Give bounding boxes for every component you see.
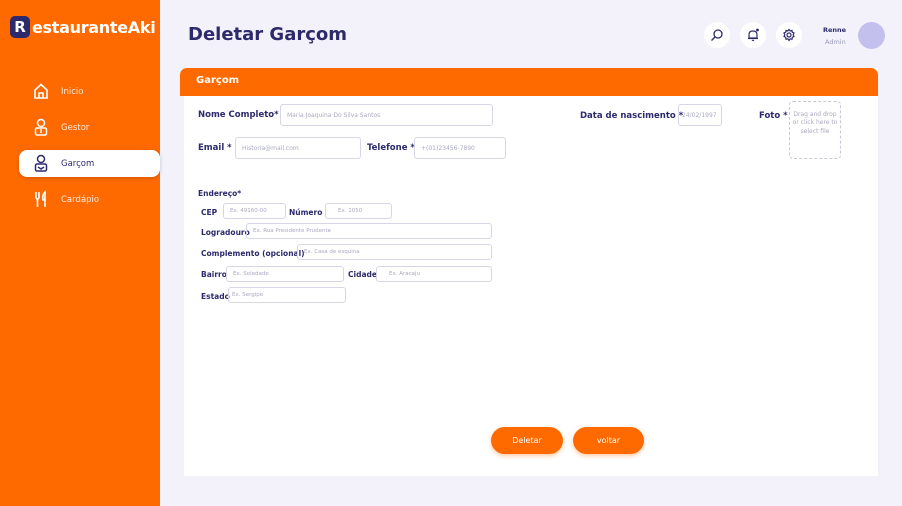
cep-field[interactable]: Ex. 49160-00 bbox=[223, 203, 286, 219]
numero-label: Número bbox=[289, 208, 323, 217]
search-button[interactable] bbox=[704, 22, 730, 48]
bairro-label: Bairro bbox=[201, 270, 227, 279]
sidebar-nav: Inicio Gestor Garçom Cardápio bbox=[0, 78, 160, 222]
endereco-label: Endereço* bbox=[198, 189, 242, 198]
complemento-field[interactable]: Ex. Casa de esquina bbox=[297, 244, 492, 260]
bell-icon bbox=[748, 28, 759, 42]
user-name: Renne bbox=[823, 26, 847, 34]
sidebar-item-label: Inicio bbox=[61, 86, 84, 97]
card-title: Garçom bbox=[196, 75, 240, 86]
sidebar-item-garcom[interactable]: Garçom bbox=[19, 150, 160, 177]
delete-button[interactable]: Deletar bbox=[491, 427, 563, 454]
home-icon bbox=[34, 83, 48, 99]
foto-dropzone[interactable]: Drag and drop or click here to select fi… bbox=[789, 101, 841, 159]
cidade-label: Cidade bbox=[348, 270, 377, 279]
sidebar-item-gestor[interactable]: Gestor bbox=[0, 114, 160, 141]
avatar[interactable] bbox=[858, 22, 885, 49]
cutlery-icon bbox=[35, 190, 46, 207]
user-role: Admin bbox=[825, 38, 846, 46]
sidebar-item-label: Garçom bbox=[61, 158, 95, 169]
nascimento-field[interactable]: 24/02/1997 bbox=[678, 104, 722, 126]
settings-button[interactable] bbox=[776, 22, 802, 48]
notifications-button[interactable] bbox=[740, 22, 766, 48]
waiter-icon bbox=[34, 154, 48, 172]
manager-icon bbox=[34, 118, 48, 136]
sidebar-item-inicio[interactable]: Inicio bbox=[0, 78, 160, 105]
logo-initial: R bbox=[10, 16, 30, 38]
telefone-label: Telefone * bbox=[367, 143, 415, 153]
email-label: Email * bbox=[198, 143, 232, 153]
nascimento-label: Data de nascimento * bbox=[580, 111, 684, 121]
gear-icon bbox=[783, 28, 795, 42]
estado-label: Estado bbox=[201, 292, 230, 301]
card-header: Garçom bbox=[180, 68, 878, 96]
estado-field[interactable]: Ex. Sergipe bbox=[228, 287, 346, 303]
logradouro-label: Logradouro bbox=[201, 228, 250, 237]
nome-label: Nome Completo* bbox=[198, 110, 279, 120]
page-title: Deletar Garçom bbox=[188, 24, 348, 45]
logo-text: estauranteAki bbox=[32, 17, 156, 37]
sidebar-item-cardapio[interactable]: Cardápio bbox=[0, 186, 160, 213]
numero-field[interactable]: Ex. 1050 bbox=[325, 203, 392, 219]
form-card: Garçom Nome Completo* Maria Joaquina Do … bbox=[180, 68, 878, 476]
brand-logo[interactable]: R estauranteAki bbox=[10, 16, 156, 38]
bairro-field[interactable]: Ex. Soledade bbox=[226, 266, 344, 282]
cep-label: CEP bbox=[201, 208, 218, 217]
cidade-field[interactable]: Ex. Aracaju bbox=[376, 266, 492, 282]
email-field[interactable]: Historia@mail.com bbox=[235, 137, 361, 159]
sidebar: R estauranteAki Inicio Gestor Garçom Car… bbox=[0, 0, 160, 506]
sidebar-item-label: Cardápio bbox=[61, 194, 100, 205]
search-icon bbox=[711, 29, 723, 41]
back-button[interactable]: voltar bbox=[573, 427, 644, 454]
sidebar-item-label: Gestor bbox=[61, 122, 90, 133]
nome-field[interactable]: Maria Joaquina Do Silva Santos bbox=[280, 104, 493, 126]
foto-label: Foto * bbox=[759, 111, 788, 121]
complemento-label: Complemento (opcional) bbox=[201, 249, 305, 258]
telefone-field[interactable]: +(01)23456-7890 bbox=[414, 137, 506, 159]
logradouro-field[interactable]: Ex. Rua Presidente Prudente bbox=[246, 223, 492, 239]
